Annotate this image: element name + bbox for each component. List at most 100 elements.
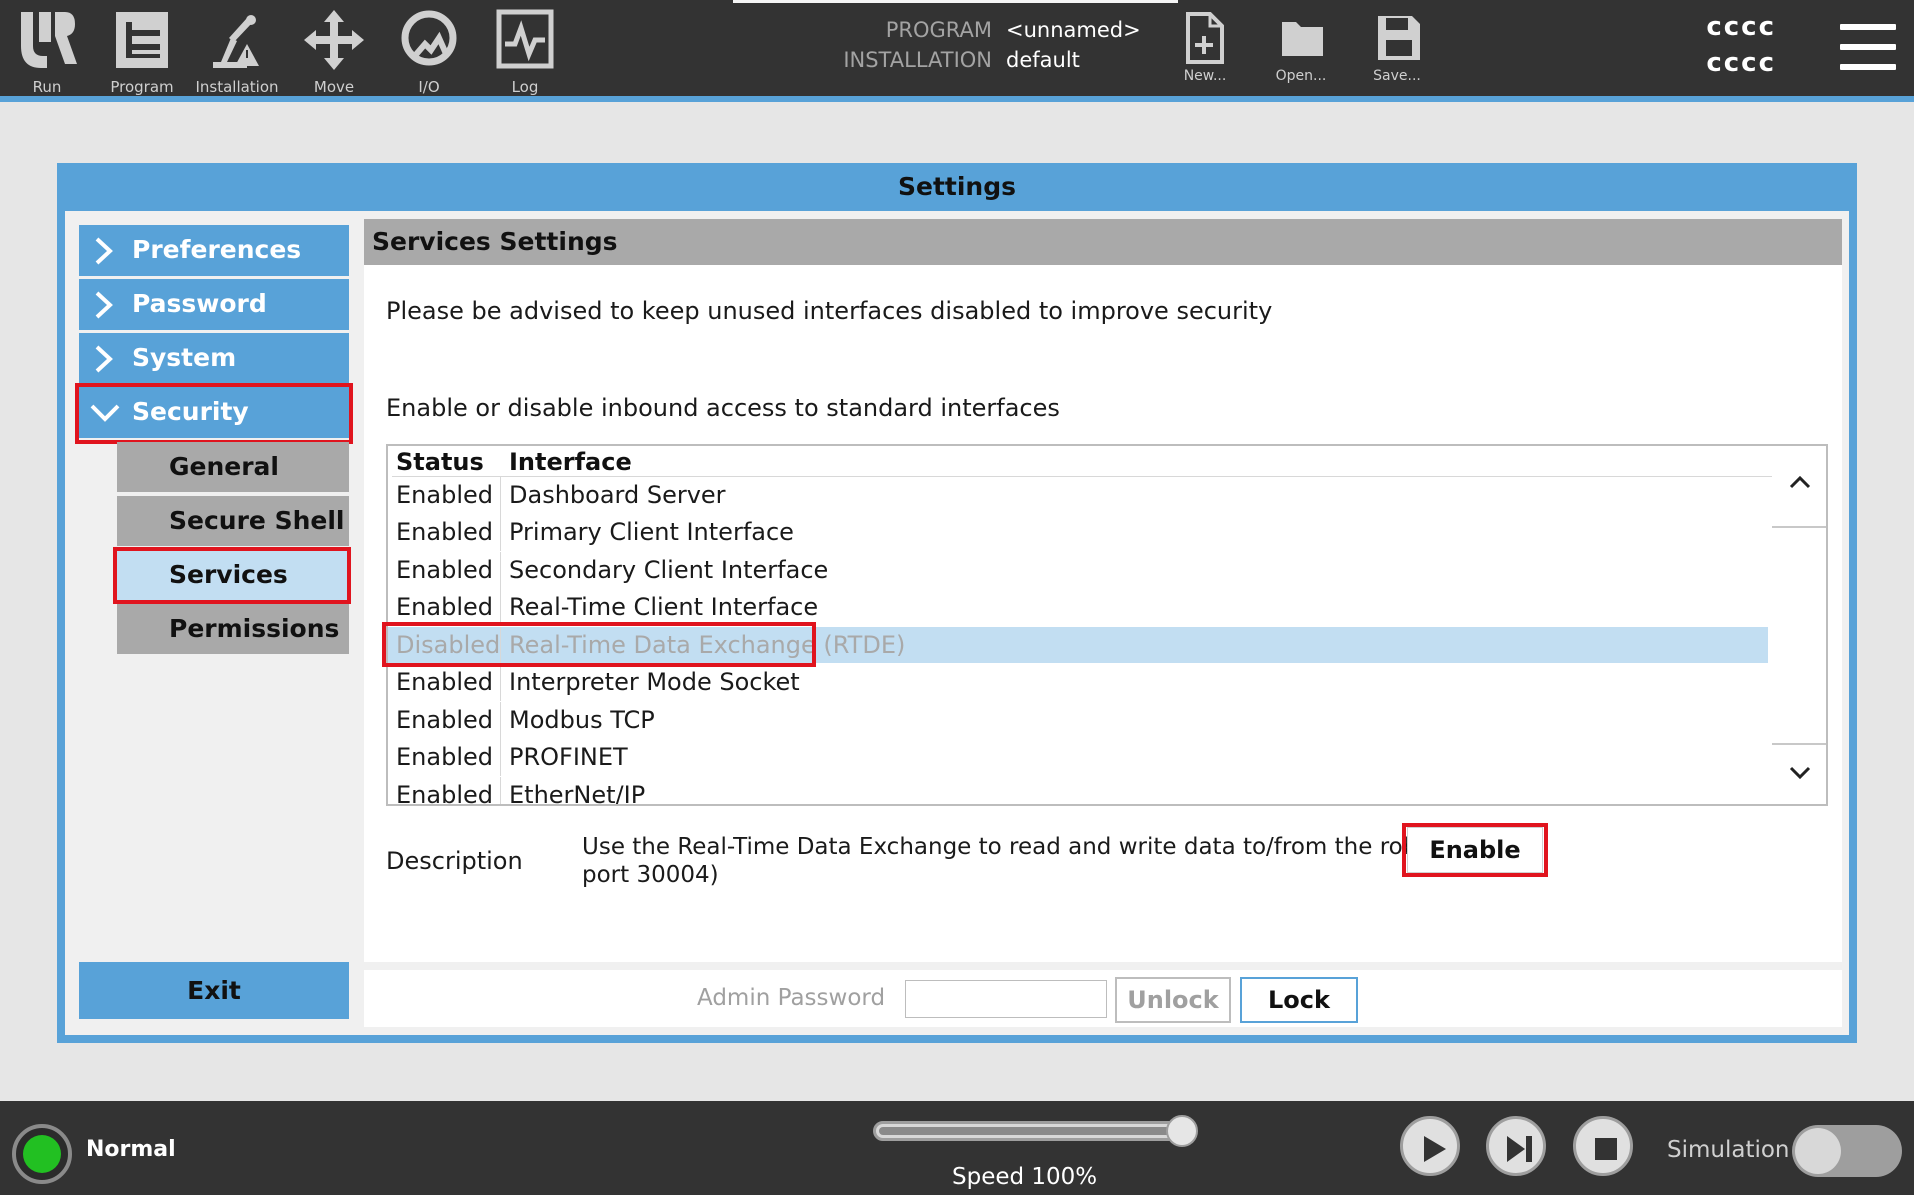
row-status: Enabled [396, 556, 493, 584]
column-header-status: Status [396, 448, 484, 476]
open-file-label: Open... [1275, 68, 1327, 84]
sidebar-item-label: System [132, 343, 237, 372]
admin-password-input[interactable] [905, 980, 1107, 1018]
table-row[interactable]: Enabled PROFINET [388, 739, 1768, 776]
scroll-up-button[interactable] [1772, 446, 1826, 528]
row-status: Enabled [396, 706, 493, 734]
hamburger-menu-icon[interactable] [1840, 22, 1896, 72]
program-icon [116, 12, 168, 68]
sidebar-subitem-label: Services [169, 560, 288, 589]
sidebar-item-label: Security [132, 397, 249, 426]
exit-button[interactable]: Exit [79, 962, 349, 1019]
chevron-right-icon [95, 345, 113, 373]
sidebar-subitem-label: Permissions [169, 614, 340, 643]
nav-log-button[interactable]: Log [480, 6, 570, 96]
simulation-toggle[interactable] [1792, 1125, 1902, 1177]
table-row[interactable]: Enabled Real-Time Client Interface [388, 589, 1768, 626]
sidebar-item-preferences[interactable]: Preferences [79, 225, 349, 276]
sidebar-subitem-label: General [169, 452, 279, 481]
robot-status-light-icon[interactable] [12, 1124, 72, 1184]
table-row[interactable]: Enabled Modbus TCP [388, 702, 1768, 739]
row-interface: Dashboard Server [509, 481, 726, 509]
step-icon [1507, 1136, 1532, 1162]
new-file-icon [1186, 12, 1224, 64]
row-status: Enabled [396, 481, 493, 509]
io-icon [401, 10, 457, 66]
speed-slider-fill [879, 1127, 1191, 1135]
top-toolbar: Run Program Installation Move I/O Log PR… [0, 0, 1914, 96]
interfaces-table: Status Interface Enabled Dashboard Serve… [386, 444, 1828, 806]
nav-io-label: I/O [418, 78, 440, 96]
row-status: Disabled [396, 631, 501, 659]
scroll-track[interactable] [1772, 528, 1826, 723]
robot-status-text: Normal [86, 1137, 176, 1162]
stop-icon [1595, 1138, 1617, 1160]
nav-run-button[interactable]: Run [2, 6, 92, 96]
header-tab-strip [733, 0, 1178, 3]
sidebar-item-security[interactable]: Security [79, 387, 349, 438]
column-divider [500, 552, 501, 589]
admin-password-label: Admin Password [697, 985, 886, 1011]
stop-button[interactable] [1573, 1116, 1633, 1176]
nav-installation-label: Installation [195, 78, 279, 96]
nav-io-button[interactable]: I/O [384, 6, 474, 96]
nav-installation-button[interactable]: Installation [192, 6, 282, 96]
sidebar-subitem-services[interactable]: Services [117, 550, 349, 600]
column-divider [500, 477, 501, 514]
installation-key-label: INSTALLATION [843, 48, 992, 72]
chevron-right-icon [95, 291, 113, 319]
step-button[interactable] [1486, 1116, 1546, 1176]
sidebar-subitem-permissions[interactable]: Permissions [117, 604, 349, 654]
row-interface: EtherNet/IP [509, 781, 646, 806]
row-status: Enabled [396, 743, 493, 771]
new-file-label: New... [1183, 68, 1227, 84]
row-status: Enabled [396, 593, 493, 621]
nav-move-label: Move [313, 78, 355, 96]
sidebar-item-system[interactable]: System [79, 333, 349, 384]
nav-program-label: Program [110, 78, 174, 96]
sidebar-subitem-general[interactable]: General [117, 442, 349, 492]
simulation-toggle-knob [1795, 1128, 1841, 1174]
sidebar-subitem-secure-shell[interactable]: Secure Shell [117, 496, 349, 546]
save-file-button[interactable]: Save... [1354, 8, 1440, 90]
table-row[interactable]: Enabled EtherNet/IP [388, 777, 1768, 806]
unlock-button[interactable]: Unlock [1115, 977, 1231, 1023]
table-row[interactable]: Enabled Interpreter Mode Socket [388, 664, 1768, 701]
table-row[interactable]: Enabled Secondary Client Interface [388, 552, 1768, 589]
speed-slider[interactable] [873, 1121, 1197, 1141]
new-file-button[interactable]: New... [1162, 8, 1248, 90]
program-name-value: <unnamed> [1006, 18, 1141, 42]
table-row[interactable]: Enabled Primary Client Interface [388, 514, 1768, 551]
row-status: Enabled [396, 668, 493, 696]
scroll-down-button[interactable] [1772, 743, 1826, 804]
table-row[interactable]: Enabled Dashboard Server [388, 477, 1768, 514]
play-button[interactable] [1400, 1116, 1460, 1176]
row-status: Enabled [396, 518, 493, 546]
sidebar-item-password[interactable]: Password [79, 279, 349, 330]
speed-slider-handle[interactable] [1166, 1115, 1198, 1147]
installation-name-value: default [1006, 48, 1080, 72]
row-status: Enabled [396, 781, 493, 806]
column-header-interface: Interface [509, 448, 632, 476]
settings-title: Settings [897, 172, 1016, 201]
save-disk-icon [1378, 16, 1420, 60]
table-scrollbar[interactable] [1772, 446, 1826, 804]
nav-move-button[interactable]: Move [289, 6, 379, 96]
column-divider [500, 777, 501, 804]
lock-button[interactable]: Lock [1240, 977, 1358, 1023]
panel-heading: Services Settings [364, 219, 1842, 265]
row-interface: Modbus TCP [509, 706, 655, 734]
chevron-up-icon [1789, 475, 1811, 489]
column-divider [500, 627, 501, 664]
table-row-selected[interactable]: Disabled Real-Time Data Exchange (RTDE) [388, 627, 1768, 664]
enable-button[interactable]: Enable [1407, 827, 1543, 873]
bottom-status-bar: Normal Speed 100% Simulation [0, 1101, 1914, 1195]
save-file-label: Save... [1373, 68, 1421, 84]
open-file-button[interactable]: Open... [1258, 8, 1344, 90]
ur-logo-icon [21, 12, 77, 68]
settings-body: Preferences Password System Security Gen… [65, 211, 1849, 1035]
chevron-down-icon [90, 404, 120, 422]
column-divider [500, 514, 501, 551]
column-divider [500, 589, 501, 626]
nav-program-button[interactable]: Program [97, 6, 187, 96]
